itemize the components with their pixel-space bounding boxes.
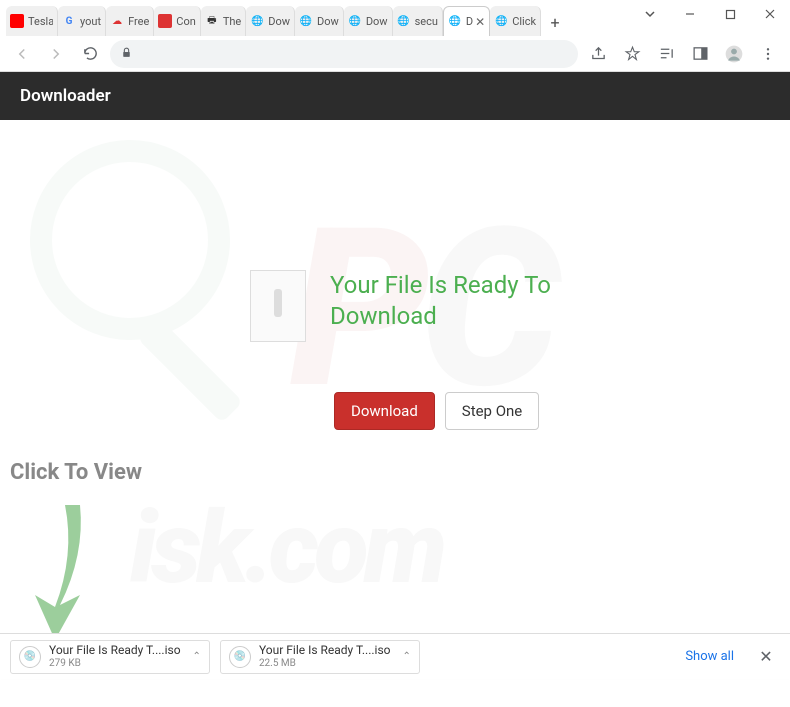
tab-2[interactable]: ☁ Free bbox=[106, 6, 154, 36]
share-icon[interactable] bbox=[584, 40, 612, 68]
globe-icon: 🌐 bbox=[348, 14, 362, 28]
show-all-link[interactable]: Show all bbox=[677, 645, 742, 668]
page-body: PC isk.com Your File Is Ready To Downloa… bbox=[0, 120, 790, 470]
download-item-1[interactable]: 💿 Your File Is Ready T....iso 22.5 MB ⌃ bbox=[220, 640, 420, 674]
maximize-button[interactable] bbox=[710, 0, 750, 28]
globe-icon: 🌐 bbox=[448, 15, 462, 29]
printer-icon: 🖶 bbox=[205, 14, 219, 28]
chevron-up-icon[interactable]: ⌃ bbox=[193, 651, 201, 662]
youtube-icon bbox=[10, 14, 24, 28]
download-info: Your File Is Ready T....iso 22.5 MB bbox=[259, 644, 391, 668]
download-filesize: 22.5 MB bbox=[259, 658, 391, 669]
browser-titlebar: Tesla Gyout ☁ Free Con 🖶 The 🌐 Dow 🌐 Dow 🌐 Do… bbox=[0, 0, 790, 36]
tab-label: Dow bbox=[317, 15, 339, 28]
download-filesize: 279 KB bbox=[49, 658, 181, 669]
button-row: Download Step One bbox=[334, 392, 750, 430]
arrow-down-icon bbox=[10, 495, 110, 633]
zip-file-icon bbox=[250, 270, 306, 342]
click-to-view-text: Click To View bbox=[10, 460, 142, 485]
back-button[interactable] bbox=[8, 40, 36, 68]
google-icon: G bbox=[62, 14, 76, 28]
tab-label: Dow bbox=[366, 15, 388, 28]
profile-icon[interactable] bbox=[720, 40, 748, 68]
download-filename: Your File Is Ready T....iso bbox=[49, 644, 181, 657]
globe-icon: 🌐 bbox=[299, 14, 313, 28]
tab-label: The bbox=[223, 15, 241, 28]
tab-label: Click bbox=[512, 15, 536, 28]
tab-label: Con bbox=[176, 15, 196, 28]
download-headline: Your File Is Ready To Download bbox=[330, 270, 570, 332]
tab-5[interactable]: 🌐 Dow bbox=[246, 6, 295, 36]
page-content: Downloader PC isk.com Your File Is Ready… bbox=[0, 72, 790, 633]
download-filename: Your File Is Ready T....iso bbox=[259, 644, 391, 657]
reading-list-icon[interactable] bbox=[652, 40, 680, 68]
tab-label: Dow bbox=[268, 15, 290, 28]
content-row: Your File Is Ready To Download bbox=[250, 270, 750, 342]
file-icon: 💿 bbox=[19, 646, 41, 668]
globe-icon: 🌐 bbox=[494, 14, 508, 28]
download-info: Your File Is Ready T....iso 279 KB bbox=[49, 644, 181, 668]
page-header: Downloader bbox=[0, 72, 790, 120]
download-item-0[interactable]: 💿 Your File Is Ready T....iso 279 KB ⌃ bbox=[10, 640, 210, 674]
lock-icon bbox=[120, 44, 133, 63]
menu-icon[interactable] bbox=[754, 40, 782, 68]
side-panel-icon[interactable] bbox=[686, 40, 714, 68]
tab-3[interactable]: Con bbox=[154, 6, 201, 36]
tab-4[interactable]: 🖶 The bbox=[201, 6, 246, 36]
browser-toolbar bbox=[0, 36, 790, 72]
globe-icon: 🌐 bbox=[250, 14, 264, 28]
forward-button[interactable] bbox=[42, 40, 70, 68]
tab-close-icon[interactable]: ✕ bbox=[475, 15, 485, 29]
window-controls bbox=[630, 0, 790, 28]
shelf-close-button[interactable]: ✕ bbox=[752, 647, 780, 666]
download-button[interactable]: Download bbox=[334, 392, 435, 430]
new-tab-button[interactable]: + bbox=[541, 8, 569, 36]
url-input[interactable] bbox=[141, 46, 568, 61]
tab-0[interactable]: Tesla bbox=[6, 6, 58, 36]
tab-label: yout bbox=[80, 15, 101, 28]
tab-label: D bbox=[466, 15, 473, 28]
chevron-down-icon[interactable] bbox=[630, 0, 670, 28]
tab-10[interactable]: 🌐 Click bbox=[490, 6, 541, 36]
tab-6[interactable]: 🌐 Dow bbox=[295, 6, 344, 36]
step-one-button[interactable]: Step One bbox=[445, 392, 539, 430]
square-icon bbox=[158, 14, 172, 28]
download-shelf: 💿 Your File Is Ready T....iso 279 KB ⌃ 💿… bbox=[0, 633, 790, 679]
bookmark-star-icon[interactable] bbox=[618, 40, 646, 68]
tab-1[interactable]: Gyout bbox=[58, 6, 106, 36]
minimize-button[interactable] bbox=[670, 0, 710, 28]
chevron-up-icon[interactable]: ⌃ bbox=[402, 651, 410, 662]
tab-8[interactable]: 🌐 secu bbox=[393, 6, 443, 36]
reload-button[interactable] bbox=[76, 40, 104, 68]
close-window-button[interactable] bbox=[750, 0, 790, 28]
address-bar[interactable] bbox=[110, 40, 578, 68]
tab-label: secu bbox=[415, 15, 438, 28]
page-title: Downloader bbox=[20, 86, 111, 106]
file-icon: 💿 bbox=[229, 646, 251, 668]
globe-icon: 🌐 bbox=[397, 14, 411, 28]
tab-label: Free bbox=[128, 15, 149, 28]
tab-label: Tesla bbox=[28, 15, 53, 28]
cloud-icon: ☁ bbox=[110, 14, 124, 28]
tab-7[interactable]: 🌐 Dow bbox=[344, 6, 393, 36]
click-to-view-callout: Click To View bbox=[10, 460, 142, 633]
tab-9-active[interactable]: 🌐 D✕ bbox=[443, 6, 490, 36]
tab-strip: Tesla Gyout ☁ Free Con 🖶 The 🌐 Dow 🌐 Dow 🌐 Do… bbox=[0, 0, 630, 36]
